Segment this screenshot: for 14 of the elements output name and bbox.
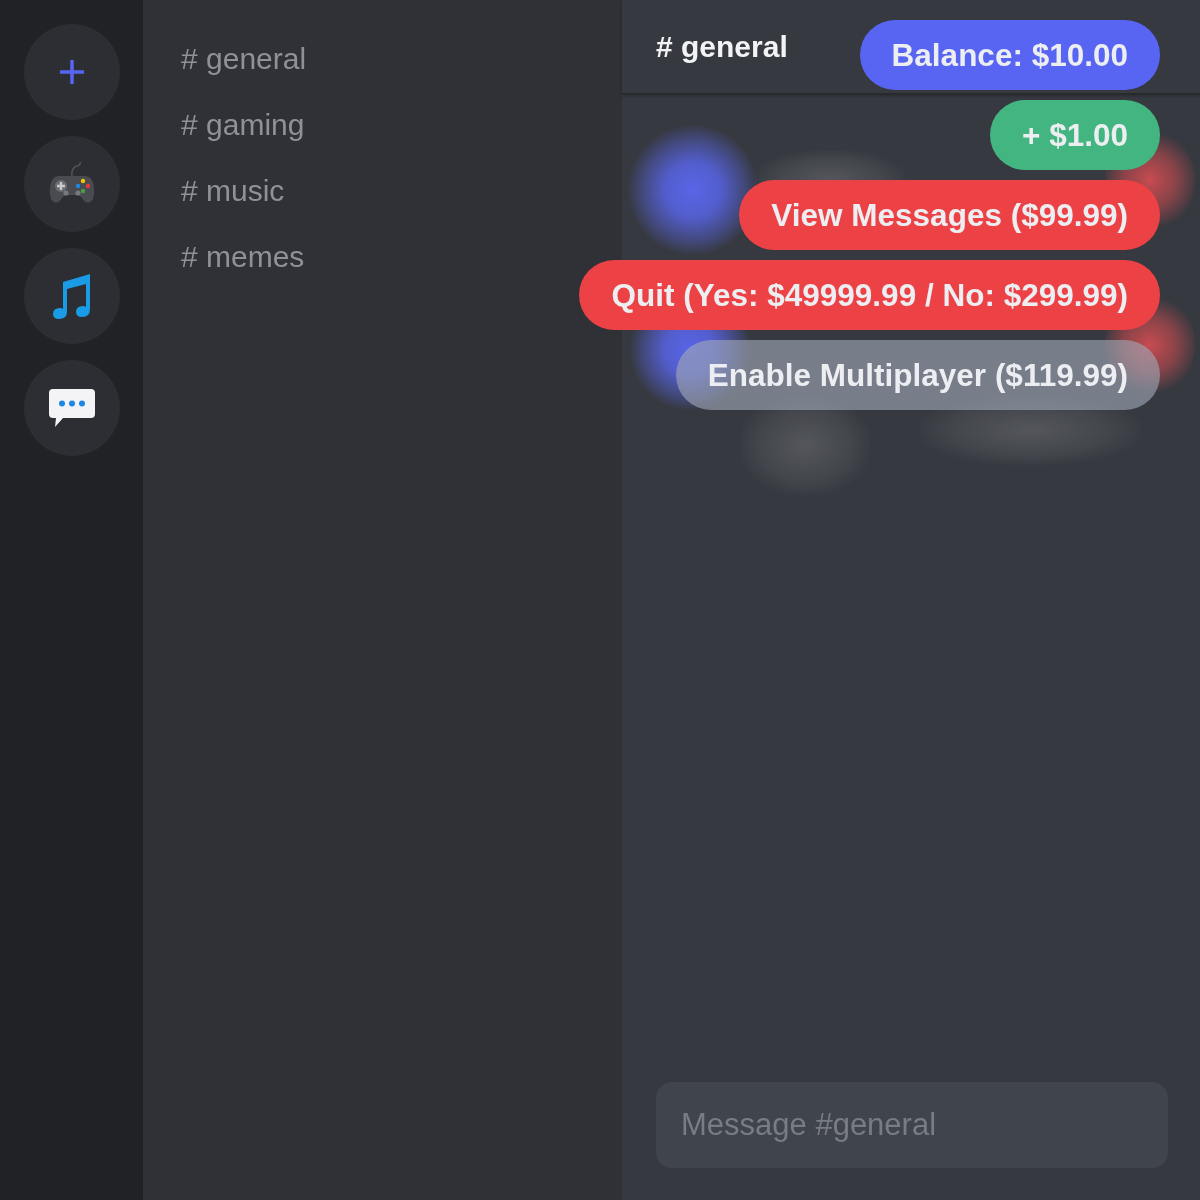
music-note-icon bbox=[51, 273, 92, 319]
channel-link[interactable]: # memes bbox=[181, 239, 305, 275]
plus-icon bbox=[59, 60, 84, 84]
purchase-button[interactable]: View Messages ($99.99) bbox=[739, 180, 1160, 250]
purchase-button[interactable]: Enable Multiplayer ($119.99) bbox=[675, 340, 1160, 410]
message-input[interactable]: Message #general bbox=[656, 1082, 1168, 1168]
channel-title: # general bbox=[656, 29, 788, 65]
purchase-button[interactable]: Quit (Yes: $49999.99 / No: $299.99) bbox=[579, 260, 1160, 330]
channel-link[interactable]: # music bbox=[181, 173, 285, 209]
channel-link[interactable]: # gaming bbox=[181, 107, 305, 143]
balance-badge: Balance: $10.00 bbox=[859, 20, 1160, 90]
channel-link[interactable]: # general bbox=[181, 41, 307, 77]
speech-bubble-icon bbox=[48, 389, 95, 427]
add-money-button[interactable]: + $1.00 bbox=[990, 100, 1160, 170]
